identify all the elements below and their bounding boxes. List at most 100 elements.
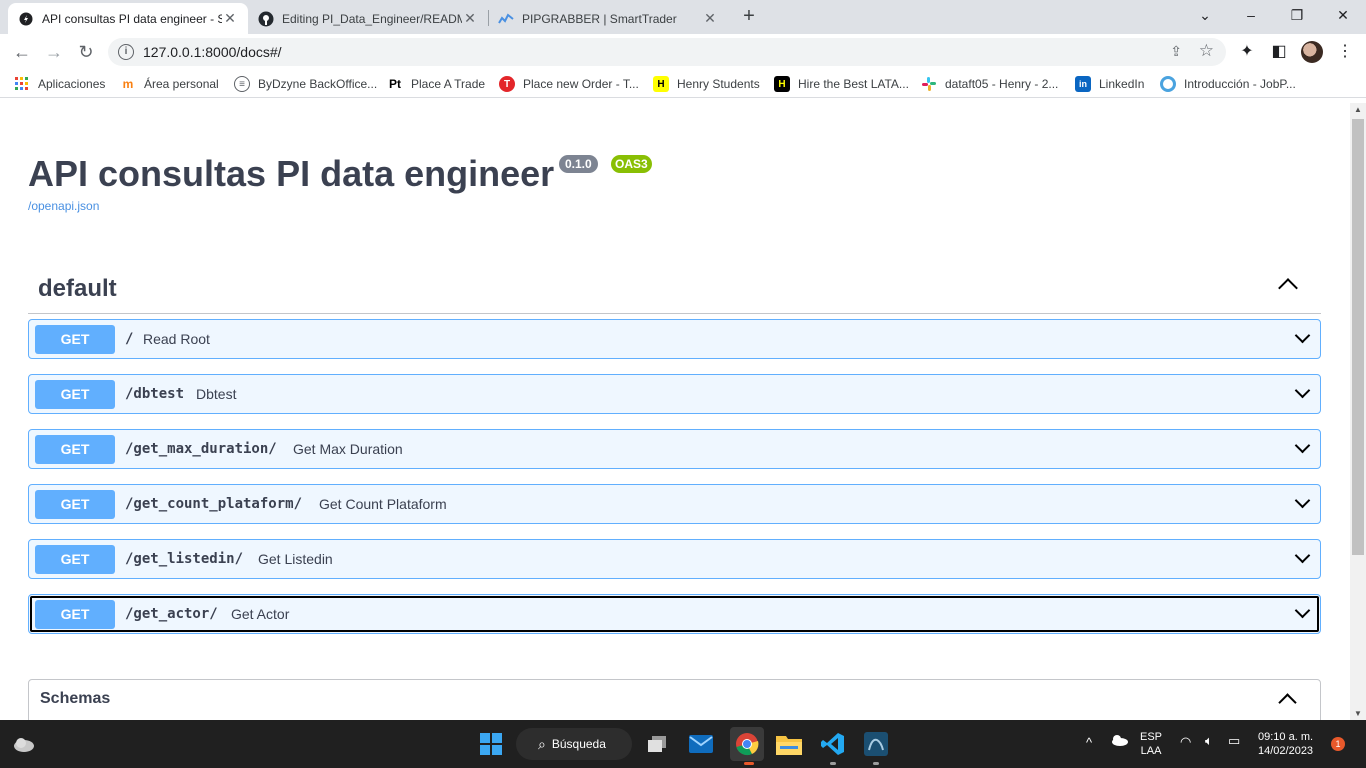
chrome-icon[interactable]	[730, 727, 764, 761]
avatar[interactable]	[1301, 41, 1323, 63]
forward-button[interactable]: →	[42, 40, 66, 64]
notification-badge[interactable]: 1	[1331, 737, 1345, 751]
bookmark-star-icon[interactable]: ☆	[1199, 41, 1214, 61]
menu-kebab-icon[interactable]: ⋮	[1334, 41, 1356, 63]
taskbar-search[interactable]: ⌕ Búsqueda	[516, 728, 632, 760]
chevron-up-icon[interactable]	[1278, 693, 1297, 712]
task-view-icon[interactable]	[643, 730, 671, 758]
operation-read-root[interactable]: GET / Read Root	[28, 319, 1321, 359]
close-tab-icon[interactable]: ✕	[462, 10, 478, 27]
swagger-favicon-icon	[18, 11, 34, 27]
tab-github-readme[interactable]: Editing PI_Data_Engineer/READM ✕	[248, 3, 488, 34]
site-info-icon[interactable]: i	[118, 44, 134, 60]
input-language[interactable]: ESP LAA	[1140, 730, 1162, 758]
side-panel-icon[interactable]: ◧	[1268, 41, 1290, 63]
close-window-button[interactable]: ✕	[1320, 0, 1366, 30]
operation-summary: Get Count Plataform	[319, 496, 447, 512]
start-windows-icon[interactable]	[477, 730, 505, 758]
bookmark-henry-students[interactable]: H Henry Students	[653, 75, 760, 93]
chevron-down-icon[interactable]	[1294, 492, 1311, 509]
tab-search-icon[interactable]: ⌄	[1182, 0, 1228, 30]
onedrive-cloud-icon[interactable]	[1110, 734, 1128, 750]
method-badge: GET	[35, 325, 115, 354]
address-bar[interactable]: i 127.0.0.1:8000/docs#/ ⇪ ☆	[108, 38, 1226, 66]
chevron-down-icon[interactable]	[1294, 602, 1311, 619]
file-explorer-icon[interactable]	[775, 730, 803, 758]
extensions-icon[interactable]: ✦	[1236, 41, 1258, 63]
search-label: Búsqueda	[551, 737, 606, 751]
clock[interactable]: 09:10 a. m. 14/02/2023	[1258, 730, 1313, 758]
schemas-title: Schemas	[40, 690, 111, 707]
chrome-running-indicator	[744, 762, 754, 765]
bookmark-place-new-order[interactable]: T Place new Order - T...	[499, 75, 639, 93]
operation-get-actor[interactable]: GET /get_actor/ Get Actor	[28, 594, 1321, 634]
bookmark-label: ByDzyne BackOffice...	[258, 77, 378, 91]
operation-path: /	[125, 331, 134, 347]
bookmarks-bar: Aplicaciones m Área personal ≡ ByDzyne B…	[0, 70, 1366, 98]
m-logo-icon: m	[122, 77, 134, 91]
vscode-icon[interactable]	[819, 730, 847, 758]
tab-title: API consultas PI data engineer - S	[42, 11, 222, 26]
operation-path: /get_listedin/	[125, 551, 244, 567]
operation-get-count-plataform[interactable]: GET /get_count_plataform/ Get Count Plat…	[28, 484, 1321, 524]
tab-swagger-docs[interactable]: API consultas PI data engineer - S ✕	[8, 3, 248, 34]
bookmark-label: Henry Students	[677, 77, 760, 91]
back-button[interactable]: ←	[10, 40, 34, 64]
chevron-down-icon[interactable]	[1294, 437, 1311, 454]
bookmark-aplicaciones[interactable]: Aplicaciones	[14, 75, 105, 93]
new-tab-button[interactable]: +	[737, 5, 761, 29]
operation-summary: Get Listedin	[258, 551, 333, 567]
henry-logo-icon: H	[653, 76, 669, 92]
scrollbar-thumb[interactable]	[1352, 119, 1364, 555]
operation-path: /get_actor/	[125, 606, 218, 622]
bookmark-linkedin[interactable]: in LinkedIn	[1075, 75, 1144, 93]
swagger-page: API consultas PI data engineer 0.1.0 OAS…	[0, 103, 1350, 720]
bookmark-dataft05[interactable]: dataft05 - Henry - 2...	[921, 75, 1058, 93]
tab-title: Editing PI_Data_Engineer/READM	[282, 11, 462, 26]
operation-summary: Get Max Duration	[293, 441, 403, 457]
mysql-workbench-icon[interactable]	[862, 730, 890, 758]
bookmark-area-personal[interactable]: m Área personal	[120, 75, 219, 93]
browser-tab-strip: API consultas PI data engineer - S ✕ Edi…	[0, 0, 1366, 34]
tray-overflow-chevron-icon[interactable]: ^	[1086, 736, 1092, 750]
bookmark-bydzyne[interactable]: ≡ ByDzyne BackOffice...	[234, 75, 377, 93]
operation-get-listedin[interactable]: GET /get_listedin/ Get Listedin	[28, 539, 1321, 579]
chevron-down-icon[interactable]	[1294, 547, 1311, 564]
operation-path: /get_max_duration/	[125, 441, 277, 457]
minimize-button[interactable]: –	[1228, 0, 1274, 30]
bookmark-introduccion[interactable]: Introducción - JobP...	[1160, 75, 1296, 93]
method-badge: GET	[35, 600, 115, 629]
operation-get-max-duration[interactable]: GET /get_max_duration/ Get Max Duration	[28, 429, 1321, 469]
reload-button[interactable]: ↻	[74, 40, 98, 64]
openapi-json-link[interactable]: /openapi.json	[28, 199, 99, 213]
version-badge: 0.1.0	[559, 155, 598, 173]
scroll-up-arrow-icon[interactable]: ▲	[1354, 105, 1362, 114]
schemas-section[interactable]: Schemas	[28, 679, 1321, 720]
bookmark-place-a-trade[interactable]: Pt Place A Trade	[387, 75, 485, 93]
search-icon: ⌕	[538, 735, 546, 752]
close-tab-icon[interactable]: ✕	[222, 10, 238, 27]
close-tab-icon[interactable]: ✕	[702, 10, 718, 27]
battery-icon[interactable]: ▭	[1228, 734, 1240, 748]
chevron-down-icon[interactable]	[1294, 382, 1311, 399]
page-scrollbar[interactable]: ▲ ▼	[1350, 103, 1366, 720]
scroll-down-arrow-icon[interactable]: ▼	[1354, 709, 1362, 718]
tab-pipgrabber[interactable]: PIPGRABBER | SmartTrader ✕	[488, 3, 728, 34]
chevron-up-icon[interactable]	[1278, 278, 1298, 298]
volume-icon[interactable]: 🔈︎	[1205, 734, 1213, 748]
bookmark-label: Introducción - JobP...	[1184, 77, 1296, 91]
section-header-default[interactable]: default	[28, 269, 1321, 314]
windows-taskbar: ⌕ Búsqueda ^ ESP LAA ◠ 🔈︎ ▭ 09:10 a. m. …	[0, 720, 1366, 768]
chevron-down-icon[interactable]	[1294, 327, 1311, 344]
weather-icon[interactable]	[10, 730, 38, 758]
share-icon[interactable]: ⇪	[1170, 43, 1182, 60]
operation-dbtest[interactable]: GET /dbtest Dbtest	[28, 374, 1321, 414]
operation-summary: Dbtest	[196, 386, 237, 402]
bookmark-hire-the-best[interactable]: H Hire the Best LATA...	[774, 75, 909, 93]
wifi-icon[interactable]: ◠	[1180, 735, 1191, 749]
language-code: ESP	[1140, 731, 1163, 743]
circle-logo-icon	[1160, 76, 1176, 92]
bookmark-label: Hire the Best LATA...	[798, 77, 909, 91]
mail-icon[interactable]	[687, 730, 715, 758]
restore-button[interactable]: ❐	[1274, 0, 1320, 30]
